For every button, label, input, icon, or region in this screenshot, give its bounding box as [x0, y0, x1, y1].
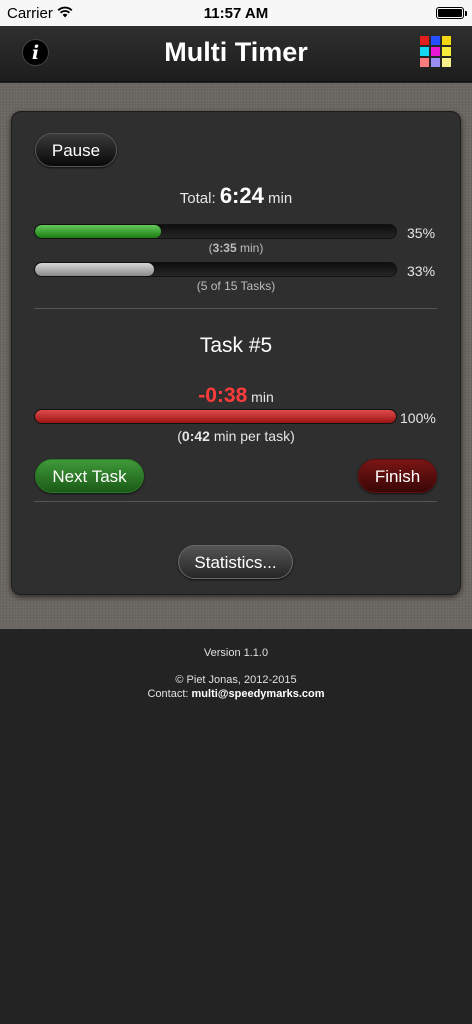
- tasks-progress-percent: 33%: [407, 263, 436, 279]
- battery-icon: [436, 7, 467, 19]
- color-grid-icon[interactable]: [420, 36, 453, 69]
- grid-square: [420, 58, 429, 67]
- task-remaining: -0:38 min: [11, 384, 461, 408]
- total-unit: min: [268, 190, 293, 207]
- time-elapsed-value: 3:35: [212, 241, 237, 255]
- copyright-label: © Piet Jonas, 2012-2015: [175, 674, 297, 686]
- task-progress-percent: 100%: [400, 410, 436, 426]
- tasks-progress-bar: [34, 262, 397, 277]
- task-title: Task #5: [199, 334, 273, 357]
- grid-square: [431, 36, 440, 45]
- version-label: Version 1.1.0: [203, 647, 269, 659]
- time-progress-bar: [34, 224, 397, 239]
- nav-bar: i Multi Timer: [0, 26, 472, 82]
- time-elapsed: (3:35 min): [208, 241, 264, 255]
- divider: [34, 501, 437, 502]
- per-task-time: (0:42 min per task): [177, 428, 295, 444]
- next-task-button[interactable]: Next Task: [35, 459, 144, 493]
- pause-button[interactable]: Pause: [35, 133, 117, 167]
- divider: [34, 308, 437, 309]
- grid-square: [420, 47, 429, 56]
- tasks-progress-fill: [35, 263, 155, 276]
- total-prefix: Total:: [179, 190, 216, 207]
- tasks-count: (5 of 15 Tasks): [196, 279, 276, 293]
- total-value: 6:24: [219, 183, 264, 208]
- grid-square: [420, 36, 429, 45]
- page-title: Multi Timer: [164, 37, 308, 67]
- app-screen: Carrier 11:57 AM i Multi Timer Pause Tot…: [0, 0, 472, 1024]
- status-time: 11:57 AM: [203, 5, 269, 22]
- total-time: Total: 6:24 min: [11, 183, 461, 209]
- time-progress-percent: 35%: [407, 225, 436, 241]
- grid-square: [431, 58, 440, 67]
- contact-email-link[interactable]: multi@speedymarks.com: [192, 688, 325, 700]
- statistics-button[interactable]: Statistics...: [178, 545, 293, 579]
- finish-button[interactable]: Finish: [358, 459, 437, 493]
- grid-square: [442, 58, 451, 67]
- task-remaining-value: -0:38: [198, 384, 248, 407]
- contact-line: Contact: multi@speedymarks.com: [0, 688, 472, 700]
- status-bar: Carrier 11:57 AM: [0, 0, 472, 26]
- grid-square: [442, 47, 451, 56]
- task-progress-fill: [35, 410, 396, 423]
- grid-square: [431, 47, 440, 56]
- time-progress-fill: [35, 225, 162, 238]
- grid-square: [442, 36, 451, 45]
- per-task-value: 0:42: [181, 428, 210, 444]
- task-progress-bar: [34, 409, 397, 424]
- contact-prefix: Contact:: [147, 688, 189, 700]
- task-remaining-unit: min: [251, 389, 274, 405]
